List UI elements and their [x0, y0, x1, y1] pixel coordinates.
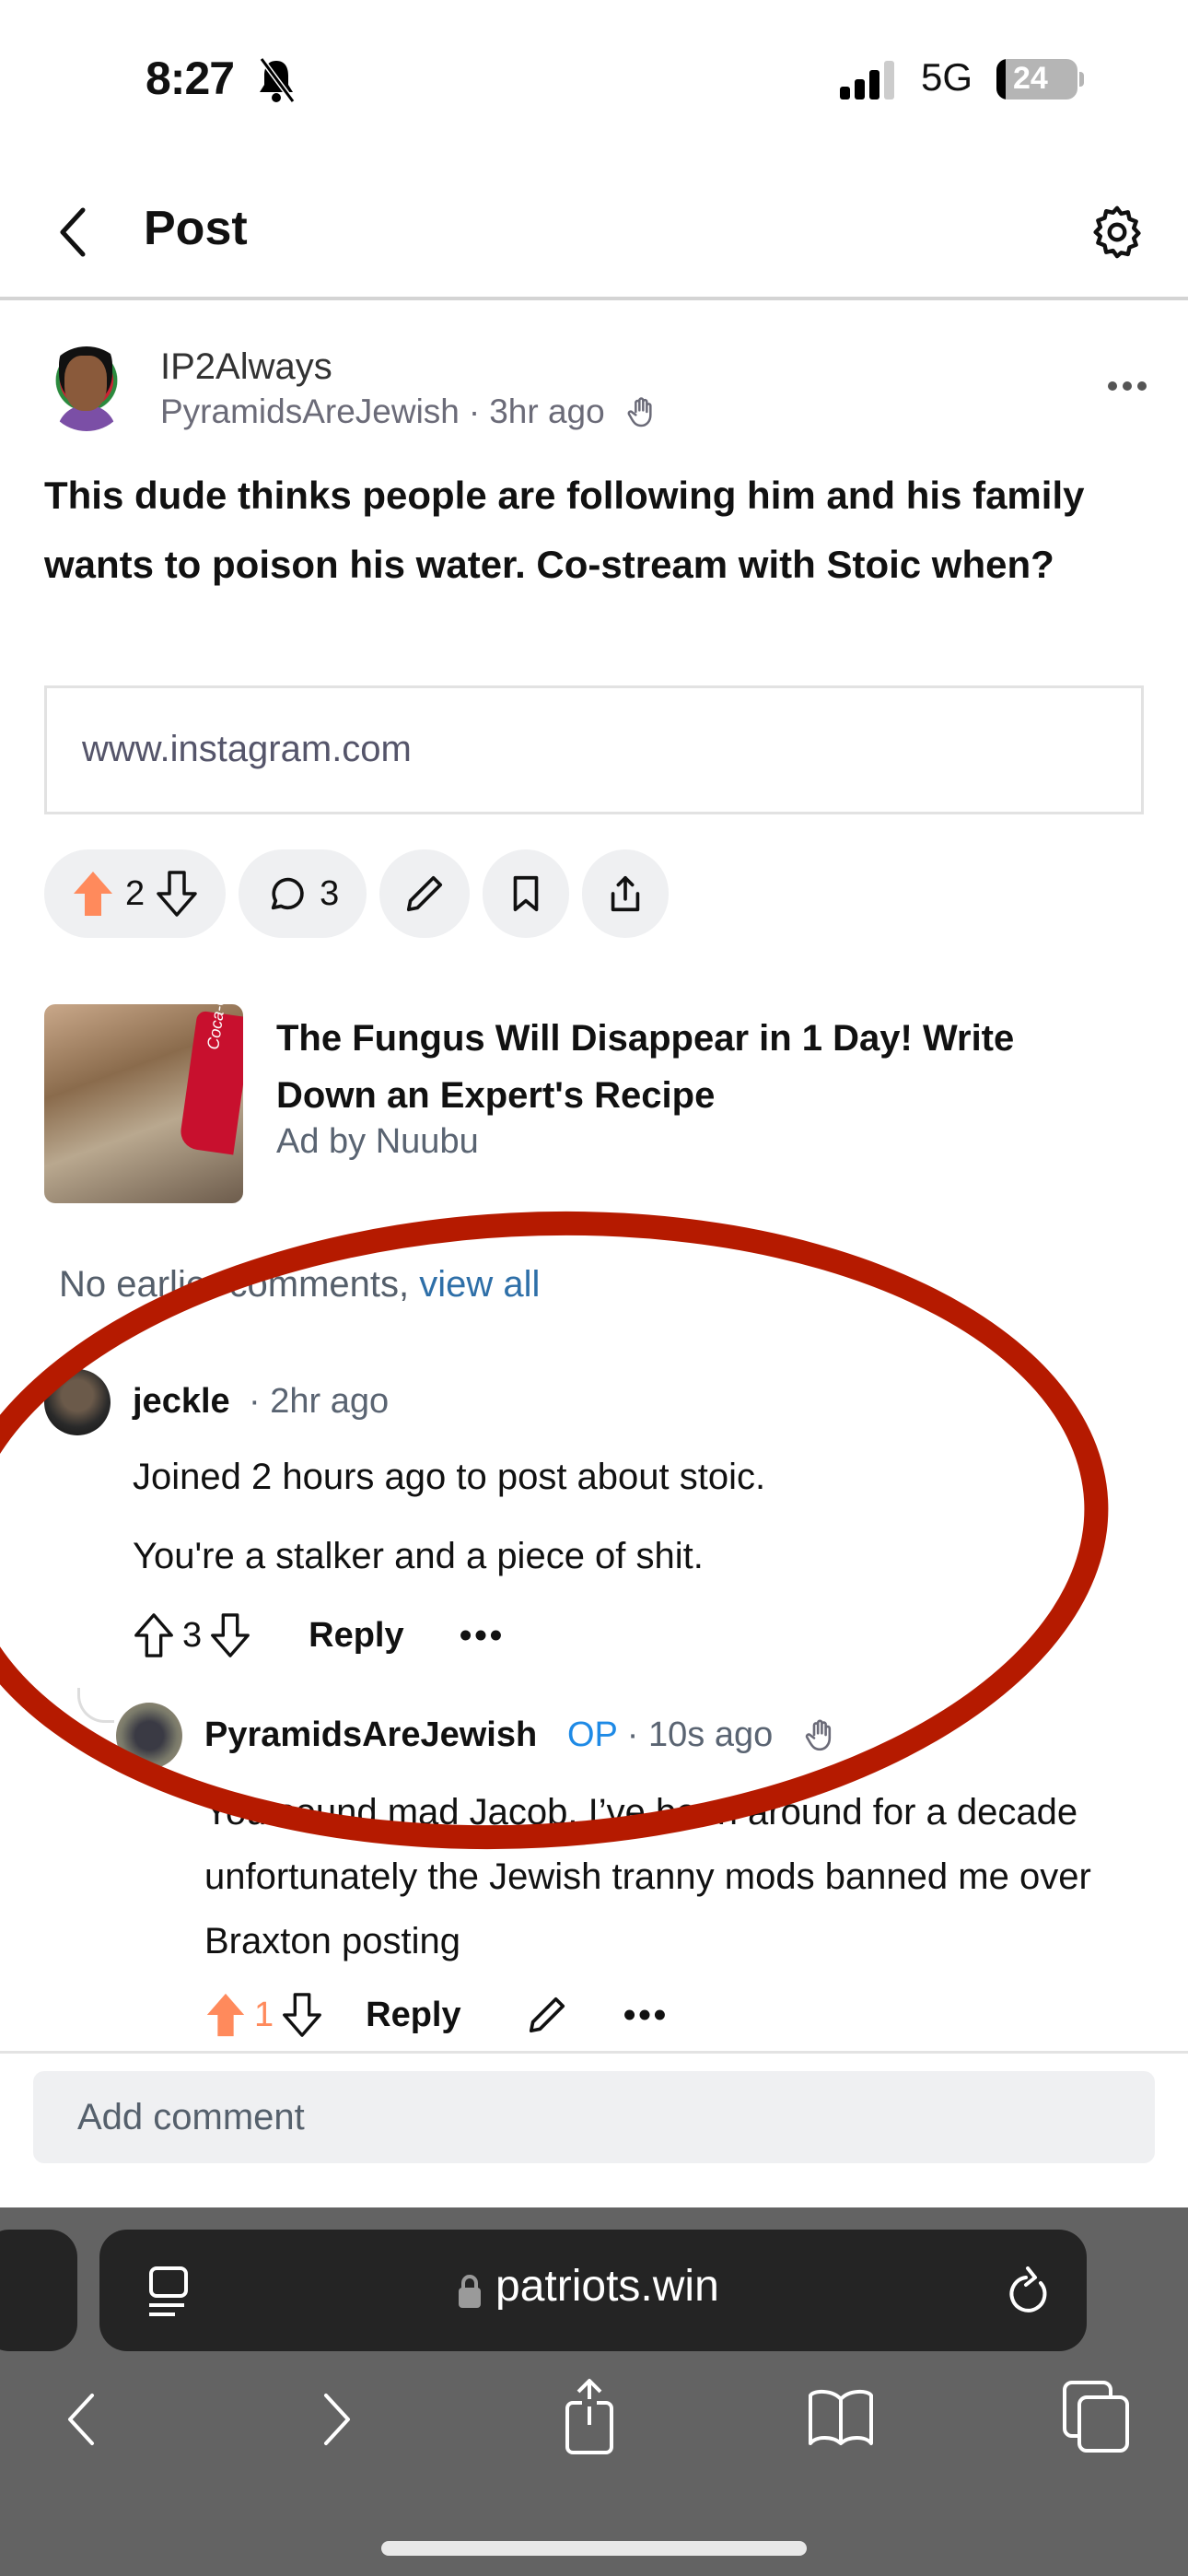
comment-reply: PyramidsAreJewish OP · 10s ago You sound… — [116, 1703, 1147, 2053]
earlier-comments: No earlier comments, view all — [59, 1264, 540, 1306]
tabs-overview-icon[interactable] — [1063, 2381, 1129, 2453]
upvote-icon[interactable] — [133, 1612, 175, 1658]
battery-tip — [1079, 72, 1084, 87]
composer-divider — [0, 2051, 1188, 2054]
more-options-icon[interactable] — [1107, 380, 1147, 392]
nav-header: Post — [0, 166, 1188, 300]
save-button[interactable] — [483, 849, 570, 938]
page-menu-icon[interactable] — [147, 2266, 190, 2318]
commenter-avatar[interactable] — [116, 1703, 182, 1769]
vote-count: 1 — [254, 1995, 274, 2034]
address-bar[interactable]: patriots.win — [99, 2230, 1087, 2351]
chevron-left-icon[interactable] — [53, 203, 90, 262]
status-time: 8:27 — [146, 53, 235, 104]
hand-raised-icon — [805, 1719, 832, 1751]
thread-connector — [77, 1688, 114, 1723]
status-bar: 8:27 5G 24 — [0, 0, 1188, 166]
comment-actions: 3 Reply — [133, 1612, 502, 1658]
downvote-icon[interactable] — [156, 870, 198, 918]
comment-paragraph: Joined 2 hours ago to post about stoic. — [133, 1457, 766, 1497]
battery-level: 24 — [1013, 61, 1048, 96]
post-link[interactable]: www.instagram.com — [44, 685, 1144, 814]
ad-thumbnail[interactable]: Coca-Cola — [44, 1004, 243, 1203]
bookmarks-icon[interactable] — [807, 2388, 875, 2447]
ad-title[interactable]: The Fungus Will Disappear in 1 Day! Writ… — [276, 1010, 1124, 1124]
lock-icon — [459, 2275, 481, 2308]
network-type: 5G — [921, 55, 973, 99]
share-button[interactable] — [582, 849, 670, 938]
comments-button[interactable]: 3 — [239, 849, 367, 938]
comment-author[interactable]: jeckle — [133, 1382, 230, 1422]
comment-meta-wrap: OP · 10s ago — [567, 1715, 773, 1755]
previous-tab-peek[interactable] — [0, 2230, 77, 2351]
ad-sponsor: Ad by Nuubu — [276, 1122, 479, 1161]
post-community[interactable]: PyramidsAreJewish — [160, 392, 460, 431]
url-text[interactable]: patriots.win — [495, 2261, 719, 2312]
edit-button[interactable] — [379, 849, 471, 938]
share-icon — [611, 875, 640, 912]
reply-button[interactable]: Reply — [309, 1616, 403, 1656]
comment-meta: · 10s ago — [626, 1715, 774, 1754]
op-badge: OP — [567, 1715, 618, 1754]
post-author[interactable]: IP2Always — [160, 346, 332, 388]
browser-back-icon[interactable] — [63, 2392, 99, 2447]
vote-count: 3 — [182, 1615, 203, 1655]
comment-text: You sound mad Jacob. I’ve been around fo… — [204, 1792, 1091, 1961]
upvote-count: 2 — [125, 873, 146, 913]
more-options-icon[interactable] — [460, 1612, 502, 1658]
battery-indicator: 24 — [996, 59, 1077, 100]
comment: jeckle · 2hr ago Joined 2 hours ago to p… — [44, 1369, 1149, 1664]
post-body: This dude thinks people are following hi… — [44, 474, 1085, 586]
post-actions: 2 3 — [44, 849, 670, 938]
meta-separator: · — [468, 392, 481, 430]
cellular-signal-icon — [840, 61, 894, 100]
browser-share-icon[interactable] — [562, 2377, 617, 2454]
view-all-link[interactable]: view all — [419, 1264, 540, 1305]
comment-author[interactable]: PyramidsAreJewish — [204, 1715, 537, 1755]
more-options-icon[interactable] — [623, 1992, 666, 2038]
hand-raised-icon — [627, 397, 652, 427]
reload-icon[interactable] — [1007, 2266, 1054, 2318]
post-link-text[interactable]: www.instagram.com — [82, 729, 412, 770]
pencil-icon[interactable] — [526, 1994, 568, 2036]
comment-actions: 1 Reply — [204, 1992, 666, 2038]
commenter-avatar[interactable] — [44, 1369, 111, 1435]
pencil-icon — [407, 875, 443, 912]
home-indicator — [381, 2541, 807, 2556]
browser-forward-icon[interactable] — [319, 2392, 355, 2447]
vote-pill: 2 — [44, 849, 227, 938]
comment-bubble-icon — [271, 877, 304, 910]
post-time: 3hr ago — [489, 392, 605, 430]
upvote-icon[interactable] — [72, 870, 114, 918]
bookmark-icon — [513, 875, 539, 912]
downvote-icon[interactable] — [281, 1992, 323, 2038]
earlier-comments-text: No earlier comments, — [59, 1264, 420, 1305]
page-title: Post — [144, 202, 248, 255]
post-meta: PyramidsAreJewish · 3hr ago — [160, 392, 660, 431]
gear-icon[interactable] — [1087, 201, 1147, 263]
sponsored-ad[interactable]: Coca-Cola The Fungus Will Disappear in 1… — [44, 1004, 1149, 1203]
reply-button[interactable]: Reply — [366, 1996, 460, 2035]
add-comment-input[interactable] — [33, 2071, 1155, 2163]
comment-count: 3 — [320, 873, 340, 913]
post-header: IP2Always PyramidsAreJewish · 3hr ago — [44, 346, 1149, 439]
upvote-icon[interactable] — [204, 1992, 247, 2038]
author-avatar[interactable] — [44, 346, 129, 431]
comment-meta: · 2hr ago — [249, 1382, 390, 1421]
downvote-icon[interactable] — [209, 1612, 251, 1658]
bell-slash-icon — [259, 57, 296, 103]
comment-paragraph: You're a stalker and a piece of shit. — [133, 1536, 704, 1576]
